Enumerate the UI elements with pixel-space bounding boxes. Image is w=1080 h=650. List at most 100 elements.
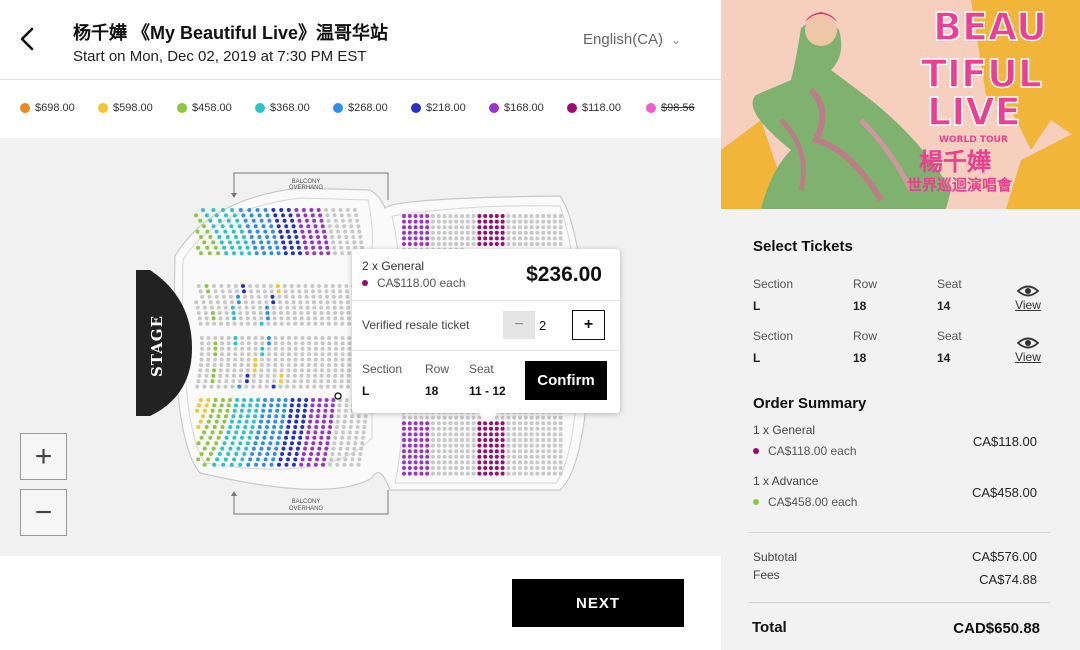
seat[interactable] bbox=[331, 208, 336, 212]
seat[interactable] bbox=[351, 235, 356, 239]
seat[interactable] bbox=[407, 432, 412, 437]
seat[interactable] bbox=[316, 408, 321, 413]
seat[interactable] bbox=[518, 466, 522, 470]
seat[interactable] bbox=[402, 432, 406, 437]
seat[interactable] bbox=[272, 425, 277, 429]
seat[interactable] bbox=[290, 251, 295, 256]
seat[interactable] bbox=[523, 426, 528, 431]
seat[interactable] bbox=[329, 229, 334, 234]
seat[interactable] bbox=[314, 229, 319, 234]
seat[interactable] bbox=[224, 311, 229, 315]
seat[interactable] bbox=[344, 403, 349, 408]
seat[interactable] bbox=[362, 425, 367, 429]
seat[interactable] bbox=[218, 316, 223, 321]
seat[interactable] bbox=[293, 352, 298, 357]
seat[interactable] bbox=[266, 321, 271, 326]
seat[interactable] bbox=[300, 357, 305, 362]
seat[interactable] bbox=[333, 218, 338, 223]
seat[interactable] bbox=[299, 311, 304, 315]
seat[interactable] bbox=[313, 368, 318, 373]
seat[interactable] bbox=[238, 316, 243, 321]
seat[interactable] bbox=[225, 316, 230, 321]
seat[interactable] bbox=[210, 311, 215, 315]
seat[interactable] bbox=[347, 363, 352, 367]
seat[interactable] bbox=[347, 336, 352, 340]
seat[interactable] bbox=[348, 425, 353, 429]
seat[interactable] bbox=[238, 462, 243, 467]
seat[interactable] bbox=[331, 398, 336, 402]
seat[interactable] bbox=[340, 336, 345, 340]
seat[interactable] bbox=[206, 336, 211, 340]
seat[interactable] bbox=[448, 415, 453, 420]
seat[interactable] bbox=[471, 236, 476, 241]
seat[interactable] bbox=[332, 384, 337, 389]
seat[interactable] bbox=[247, 435, 252, 440]
seat[interactable] bbox=[547, 466, 551, 470]
seat[interactable] bbox=[240, 457, 245, 462]
seat[interactable] bbox=[529, 421, 534, 426]
seat[interactable] bbox=[436, 449, 441, 454]
seat[interactable] bbox=[345, 294, 350, 299]
seat[interactable] bbox=[195, 384, 200, 389]
seat[interactable] bbox=[552, 219, 557, 224]
seat[interactable] bbox=[278, 305, 283, 310]
seat[interactable] bbox=[529, 466, 534, 470]
seat[interactable] bbox=[231, 373, 236, 378]
seat[interactable] bbox=[489, 443, 493, 448]
seat[interactable] bbox=[316, 208, 321, 212]
seat[interactable] bbox=[233, 336, 238, 340]
seat[interactable] bbox=[225, 408, 230, 413]
seat[interactable] bbox=[344, 289, 349, 294]
seat[interactable] bbox=[407, 426, 412, 431]
seat[interactable] bbox=[512, 219, 517, 224]
seat[interactable] bbox=[333, 352, 338, 357]
seat[interactable] bbox=[419, 225, 424, 230]
seat[interactable] bbox=[448, 454, 453, 459]
seat[interactable] bbox=[270, 229, 275, 234]
seat[interactable] bbox=[407, 421, 412, 426]
seat[interactable] bbox=[402, 225, 406, 230]
seat[interactable] bbox=[287, 235, 292, 239]
seat[interactable] bbox=[425, 438, 430, 442]
seat[interactable] bbox=[344, 284, 349, 288]
seat[interactable] bbox=[291, 384, 296, 389]
seat[interactable] bbox=[320, 321, 325, 326]
seat[interactable] bbox=[313, 224, 318, 229]
seat[interactable] bbox=[286, 457, 290, 462]
legend-item[interactable]: $368.00 bbox=[255, 102, 310, 114]
seat[interactable] bbox=[257, 452, 262, 456]
seat[interactable] bbox=[232, 213, 237, 218]
seat[interactable] bbox=[342, 419, 347, 424]
seat[interactable] bbox=[291, 462, 296, 467]
seat[interactable] bbox=[246, 336, 251, 340]
seat[interactable] bbox=[291, 435, 296, 440]
seat[interactable] bbox=[419, 432, 424, 437]
seat[interactable] bbox=[281, 213, 285, 218]
seat[interactable] bbox=[300, 336, 305, 340]
seat[interactable] bbox=[236, 240, 240, 245]
seat[interactable] bbox=[209, 305, 214, 310]
seat[interactable] bbox=[260, 341, 265, 346]
seat[interactable] bbox=[215, 457, 220, 462]
seat[interactable] bbox=[454, 242, 459, 246]
seat[interactable] bbox=[442, 225, 447, 230]
seat[interactable] bbox=[358, 235, 363, 239]
seat[interactable] bbox=[518, 449, 522, 454]
seat[interactable] bbox=[407, 219, 412, 224]
seat[interactable] bbox=[352, 240, 357, 245]
seat[interactable] bbox=[346, 379, 351, 384]
seat[interactable] bbox=[442, 471, 447, 476]
seat[interactable] bbox=[271, 384, 276, 389]
seat[interactable] bbox=[224, 435, 229, 440]
seat[interactable] bbox=[235, 398, 240, 402]
seat[interactable] bbox=[547, 230, 551, 235]
seat[interactable] bbox=[263, 430, 268, 435]
seat[interactable] bbox=[194, 213, 199, 218]
seat[interactable] bbox=[335, 224, 339, 229]
legend-item[interactable]: $118.00 bbox=[567, 102, 621, 114]
seat[interactable] bbox=[273, 352, 278, 357]
seat[interactable] bbox=[436, 230, 441, 235]
seat[interactable] bbox=[288, 414, 293, 419]
seat[interactable] bbox=[558, 415, 563, 420]
seat[interactable] bbox=[225, 321, 230, 326]
